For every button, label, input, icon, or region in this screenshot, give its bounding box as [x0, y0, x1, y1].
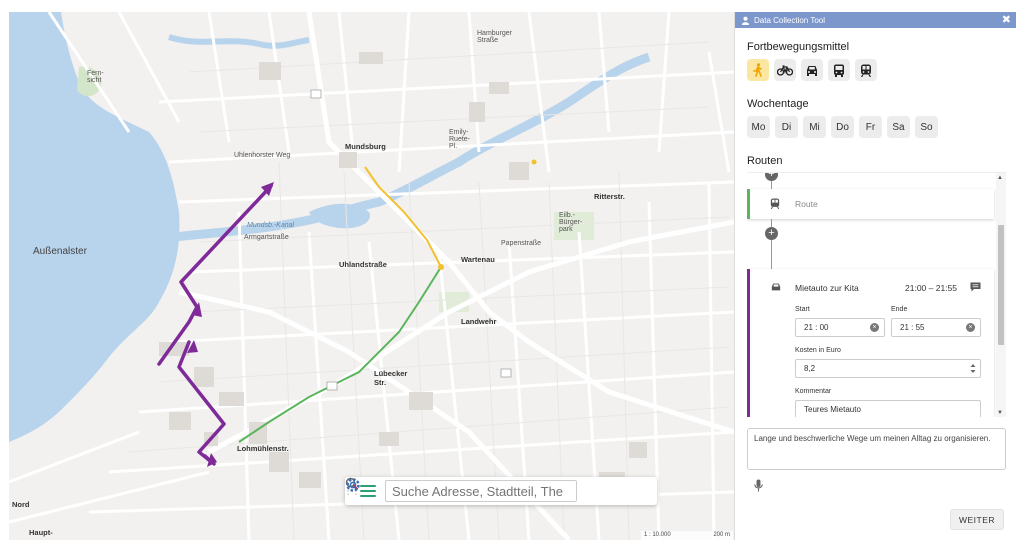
transport-heading: Fortbewegungsmittel [747, 41, 850, 53]
comment-label: Kommentar [795, 388, 832, 395]
mode-walk-button[interactable] [747, 59, 769, 81]
comment-input[interactable]: Teures Mietauto [795, 400, 981, 417]
map-scale: 1 : 10.000 200 m [641, 531, 733, 540]
route-item-placeholder[interactable]: Route [747, 189, 994, 219]
mode-bicycle-button[interactable] [774, 59, 796, 81]
scroll-up-icon[interactable]: ▲ [997, 175, 1003, 181]
car-icon [807, 66, 817, 76]
close-icon[interactable]: ✖ [1002, 13, 1011, 26]
start-time-input[interactable]: 21 : 00 × [795, 318, 885, 337]
weekdays-heading: Wochentage [747, 98, 809, 110]
data-collection-panel: Data Collection Tool ✖ Fortbewegungsmitt… [734, 12, 1016, 540]
bicycle-icon [777, 65, 793, 76]
clear-start-icon[interactable]: × [870, 323, 879, 332]
route-time: 21:00 – 21:55 [905, 283, 957, 293]
route-placeholder-label: Route [795, 199, 818, 209]
number-stepper-icon[interactable] [970, 363, 976, 374]
mode-bus-button[interactable] [828, 59, 850, 81]
search-input[interactable] [385, 480, 577, 502]
next-button[interactable]: WEITER [950, 509, 1004, 530]
cost-value: 8,2 [804, 364, 816, 373]
scale-distance: 200 m [713, 532, 730, 538]
end-time-value: 21 : 55 [900, 323, 925, 332]
comment-icon[interactable] [970, 282, 981, 292]
scroll-down-icon[interactable]: ▼ [997, 410, 1003, 416]
comment-value: Teures Mietauto [804, 405, 861, 414]
scrollbar-thumb[interactable] [998, 225, 1004, 345]
routes-scrollbar[interactable]: ▲ ▼ [996, 173, 1006, 417]
route-name: Mietauto zur Kita [795, 283, 859, 293]
day-mo-button[interactable]: Mo [747, 116, 770, 138]
mode-car-button[interactable] [801, 59, 823, 81]
microphone-icon[interactable] [754, 479, 763, 492]
day-mi-button[interactable]: Mi [803, 116, 826, 138]
add-route-button[interactable]: + [765, 227, 778, 240]
clear-end-icon[interactable]: × [966, 323, 975, 332]
car-icon [771, 283, 781, 291]
route-item-active[interactable]: Mietauto zur Kita 21:00 – 21:55 Start 21… [747, 269, 994, 417]
map-canvas[interactable] [9, 12, 734, 540]
user-icon [741, 16, 750, 25]
end-label: Ende [891, 306, 908, 313]
day-do-button[interactable]: Do [831, 116, 854, 138]
mode-train-button[interactable] [855, 59, 877, 81]
settings-gear-icon[interactable] [346, 477, 633, 505]
train-icon [770, 198, 780, 209]
day-fr-button[interactable]: Fr [859, 116, 882, 138]
map-search-bar: ⋮⋮ [343, 477, 657, 505]
start-time-value: 21 : 00 [804, 323, 829, 332]
end-time-input[interactable]: 21 : 55 × [891, 318, 981, 337]
walk-icon [753, 63, 762, 77]
routes-heading: Routen [747, 155, 783, 167]
day-so-button[interactable]: So [915, 116, 938, 138]
cost-input[interactable]: 8,2 [795, 359, 981, 378]
weekday-row: Mo Di Mi Do Fr Sa So [747, 116, 938, 138]
panel-header: Data Collection Tool ✖ [735, 12, 1016, 28]
day-sa-button[interactable]: Sa [887, 116, 910, 138]
routes-list[interactable]: + Route + Mietauto zur Kita 21:00 – 21:5… [747, 172, 1006, 417]
bus-icon [834, 64, 844, 77]
panel-title: Data Collection Tool [754, 15, 826, 25]
train-icon [860, 64, 872, 77]
add-route-top-button[interactable]: + [765, 173, 778, 181]
cost-label: Kosten in Euro [795, 347, 841, 354]
transport-mode-row [747, 59, 877, 81]
start-label: Start [795, 306, 810, 313]
search-icon[interactable] [345, 477, 605, 505]
map-view[interactable]: Außenalster Mundsburg Uhlandstraße Warte… [9, 12, 734, 540]
day-di-button[interactable]: Di [775, 116, 798, 138]
summary-textarea[interactable] [747, 428, 1006, 470]
scale-ratio: 1 : 10.000 [644, 532, 671, 538]
